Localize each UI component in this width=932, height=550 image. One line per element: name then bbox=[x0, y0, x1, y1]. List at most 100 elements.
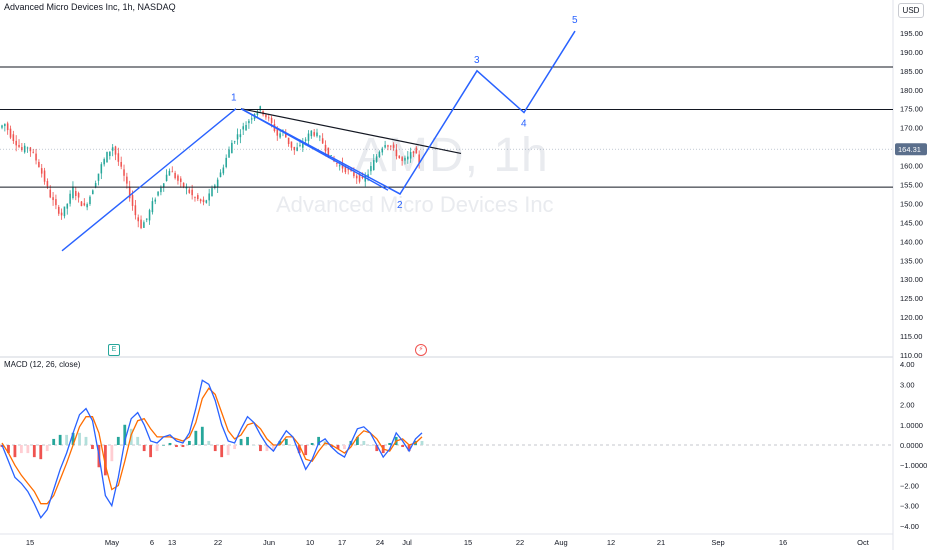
candle-body bbox=[165, 174, 168, 181]
candle-body bbox=[137, 217, 139, 222]
macd-histogram-bar bbox=[213, 445, 217, 452]
candle-body bbox=[151, 201, 154, 213]
time-tick-label: May bbox=[105, 538, 119, 547]
candle-body bbox=[1, 125, 3, 128]
candle-body bbox=[395, 149, 398, 157]
signal-line[interactable] bbox=[1, 387, 423, 505]
candle-body bbox=[77, 193, 80, 198]
time-tick-label: Jun bbox=[263, 538, 275, 547]
macd-histogram-bar bbox=[162, 445, 165, 446]
macd-histogram-bar bbox=[58, 434, 62, 445]
candle-body bbox=[384, 145, 386, 148]
macd-histogram-bar bbox=[291, 445, 295, 446]
macd-histogram-bar bbox=[187, 440, 191, 445]
macd-tick-label: −2.00 bbox=[900, 481, 919, 490]
macd-histogram-bar bbox=[149, 445, 153, 458]
symbol-title[interactable]: Advanced Micro Devices Inc, 1h, NASDAQ bbox=[4, 2, 176, 12]
time-tick-label: 12 bbox=[607, 538, 615, 547]
macd-tick-label: 3.00 bbox=[900, 380, 915, 389]
price-tick-label: 140.00 bbox=[900, 237, 923, 246]
earnings-event-icon[interactable]: E bbox=[108, 344, 120, 356]
macd-histogram-bar bbox=[284, 438, 288, 445]
candle-body bbox=[245, 124, 247, 131]
macd-histogram-bar bbox=[207, 440, 211, 445]
candle-body bbox=[324, 144, 327, 152]
candle-body bbox=[404, 157, 406, 161]
macd-histogram-bar bbox=[220, 445, 224, 458]
candle-body bbox=[43, 170, 46, 182]
wave-label-4[interactable]: 4 bbox=[521, 119, 527, 130]
candle-body bbox=[154, 199, 157, 202]
dividend-event-icon[interactable]: ⚡ bbox=[415, 344, 427, 356]
candle-body bbox=[239, 134, 242, 138]
wave-label-3[interactable]: 3 bbox=[474, 55, 480, 66]
candle-body bbox=[319, 136, 321, 138]
macd-histogram-bar bbox=[181, 445, 185, 448]
candle-body bbox=[293, 146, 296, 151]
wave-label-2[interactable]: 2 bbox=[397, 200, 403, 211]
chart-area[interactable]: AMD, 1h Advanced Micro Devices Inc 110.0… bbox=[0, 0, 932, 550]
macd-histogram-bar bbox=[84, 436, 88, 445]
candle-body bbox=[63, 206, 66, 217]
candle-body bbox=[109, 151, 111, 156]
candle-body bbox=[279, 133, 281, 138]
price-tick-label: 110.00 bbox=[900, 351, 922, 360]
candle-body bbox=[242, 126, 244, 130]
candle-body bbox=[66, 203, 69, 209]
trendline-wave-1[interactable] bbox=[61, 108, 237, 252]
time-tick-label: 13 bbox=[168, 538, 176, 547]
candle-body bbox=[188, 189, 191, 193]
price-and-macd-chart[interactable]: 110.00115.00120.00125.00130.00135.00140.… bbox=[0, 0, 932, 550]
wave-label-5[interactable]: 5 bbox=[572, 15, 578, 26]
candle-body bbox=[100, 164, 103, 174]
candle-body bbox=[86, 204, 88, 208]
macd-histogram-bar bbox=[136, 436, 140, 445]
candle-body bbox=[35, 153, 37, 161]
candle-body bbox=[211, 188, 213, 197]
candle-body bbox=[228, 149, 230, 158]
price-tick-label: 125.00 bbox=[900, 294, 923, 303]
macd-line[interactable] bbox=[1, 379, 423, 520]
candle-body bbox=[120, 162, 122, 167]
time-tick-label: Oct bbox=[857, 538, 870, 547]
macd-histogram-bar bbox=[343, 445, 346, 450]
candle-body bbox=[60, 212, 63, 216]
macd-histogram-bar bbox=[200, 426, 204, 445]
candle-body bbox=[336, 163, 338, 164]
price-tick-label: 170.00 bbox=[900, 124, 923, 133]
macd-histogram-bar bbox=[310, 442, 314, 445]
candle-body bbox=[117, 153, 120, 162]
macd-histogram-bar bbox=[110, 445, 114, 462]
price-tick-label: 135.00 bbox=[900, 256, 923, 265]
macd-histogram-bar bbox=[304, 445, 308, 456]
candle-body bbox=[338, 165, 341, 167]
macd-legend-label[interactable]: MACD (12, 26, close) bbox=[4, 360, 80, 369]
candle-body bbox=[72, 186, 74, 198]
macd-tick-label: 2.00 bbox=[900, 401, 915, 410]
candle-body bbox=[321, 138, 324, 144]
macd-histogram-bar bbox=[401, 445, 405, 448]
candle-body bbox=[302, 143, 304, 148]
candle-body bbox=[387, 145, 389, 147]
candle-body bbox=[378, 151, 381, 157]
macd-histogram-bar bbox=[19, 445, 23, 454]
candle-body bbox=[233, 141, 236, 143]
candle-body bbox=[160, 187, 162, 193]
currency-button[interactable]: USD bbox=[898, 3, 924, 18]
time-tick-label: 6 bbox=[150, 538, 154, 547]
candle-body bbox=[83, 203, 86, 206]
macd-histogram-bar bbox=[420, 440, 424, 445]
candle-body bbox=[412, 151, 415, 154]
wave-label-1[interactable]: 1 bbox=[231, 93, 237, 104]
candle-body bbox=[372, 160, 375, 171]
elliott-wave-path[interactable] bbox=[240, 30, 576, 195]
macd-histogram-bar bbox=[32, 445, 36, 458]
candle-body bbox=[157, 191, 159, 196]
candle-body bbox=[89, 196, 91, 205]
trendline-resistance[interactable] bbox=[240, 108, 462, 155]
candle-body bbox=[55, 199, 57, 206]
candle-body bbox=[250, 118, 253, 120]
candle-body bbox=[182, 182, 185, 187]
price-tick-label: 180.00 bbox=[900, 86, 923, 95]
candle-body bbox=[197, 195, 199, 200]
